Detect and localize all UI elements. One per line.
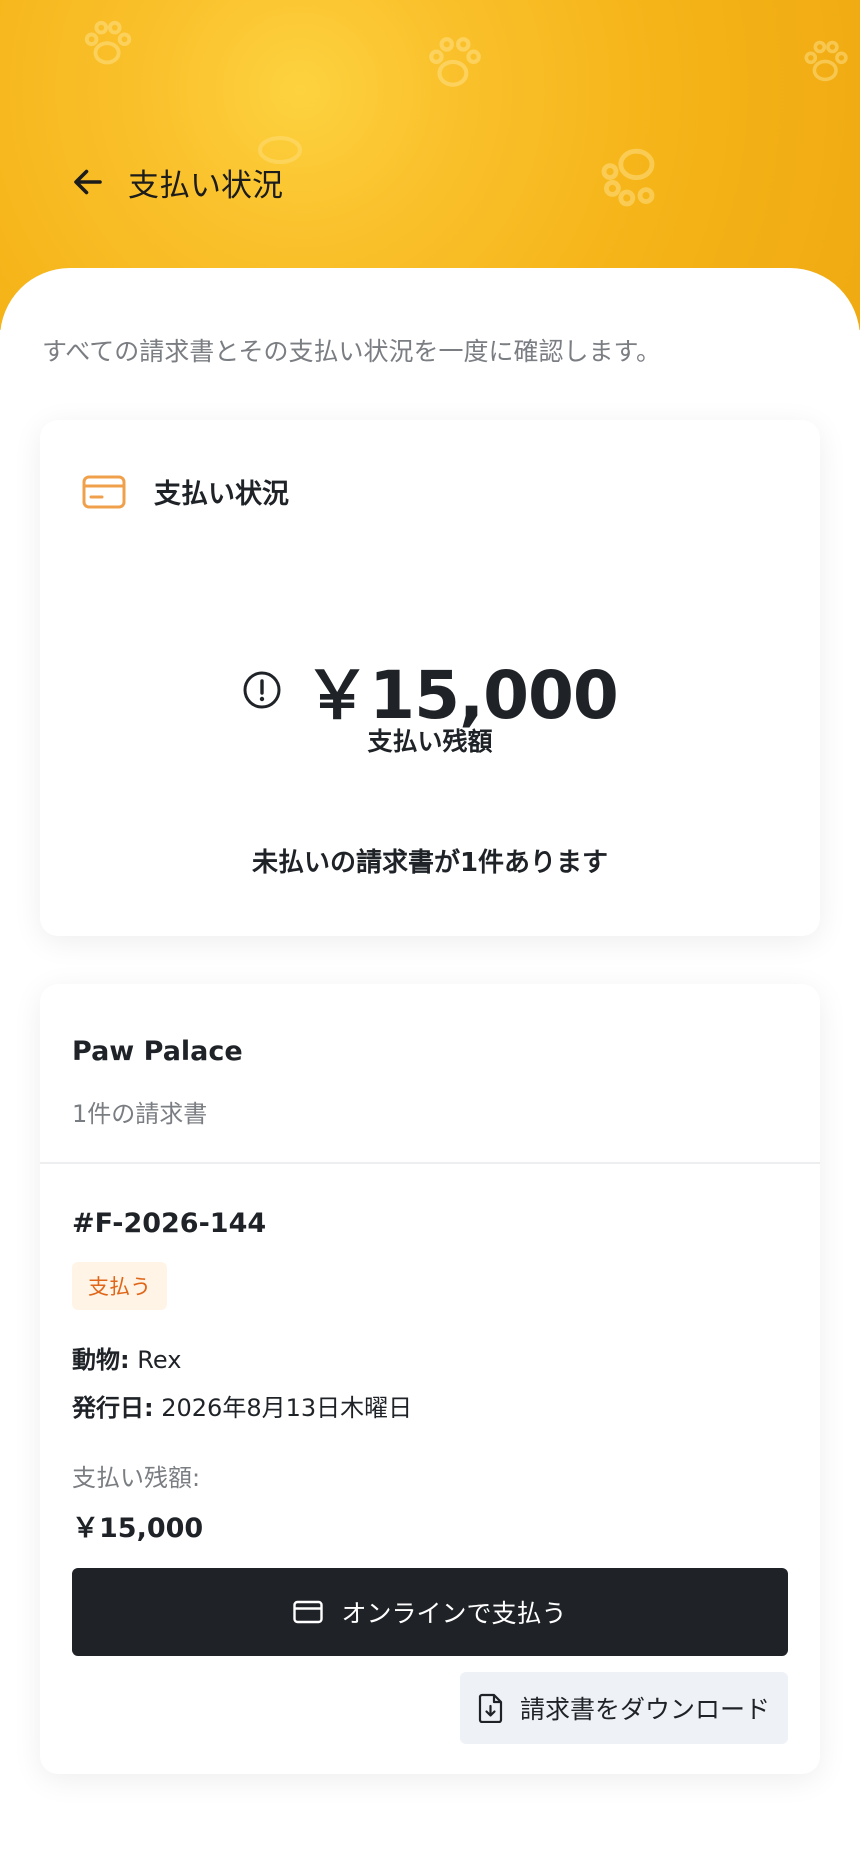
payment-summary-card: 支払い状況 ￥15,000 支払い残額 未払いの請求書が1件あります — [40, 420, 820, 936]
animal-info: 動物: Rex — [72, 1340, 181, 1375]
intro-text: すべての請求書とその支払い状況を一度に確認します。 — [42, 337, 662, 366]
unpaid-message: 未払いの請求書が1件あります — [251, 848, 609, 878]
paw-print-icon — [800, 38, 854, 92]
animal-label: 動物: — [72, 1346, 130, 1374]
download-invoice-label: 請求書をダウンロード — [519, 1695, 770, 1724]
arrow-left-icon — [74, 169, 102, 195]
pay-online-label: オンラインで支払う — [341, 1599, 567, 1628]
download-invoice-button[interactable]: 請求書をダウンロード — [459, 1672, 788, 1744]
content-sheet: すべての請求書とその支払い状況を一度に確認します。 支払い状況 ￥15,000 … — [0, 268, 860, 1864]
animal-value: Rex — [137, 1346, 182, 1374]
credit-card-icon — [293, 1600, 324, 1624]
issued-info: 発行日: 2026年8月13日木曜日 — [72, 1388, 412, 1423]
issued-value: 2026年8月13日木曜日 — [161, 1394, 413, 1422]
pay-online-button[interactable]: オンラインで支払う — [72, 1568, 788, 1656]
balance-label: 支払い残額 — [367, 727, 493, 756]
remaining-label: 支払い残額: — [72, 1464, 201, 1492]
header-bar: 支払い状況 — [68, 160, 283, 204]
status-badge: 支払う — [72, 1262, 167, 1310]
issued-label: 発行日: — [72, 1394, 154, 1422]
page-title: 支払い状況 — [128, 167, 283, 204]
clinic-name: Paw Palace — [72, 1036, 243, 1067]
remaining-value: ￥15,000 — [72, 1513, 204, 1544]
paw-print-icon — [80, 18, 138, 76]
invoice-number: #F-2026-144 — [72, 1208, 267, 1239]
paw-print-icon — [424, 34, 486, 96]
summary-header: 支払い状況 — [82, 472, 289, 511]
clinic-invoice-card: Paw Palace 1件の請求書 #F-2026-144 支払う 動物: Re… — [40, 984, 820, 1774]
invoice-count: 1件の請求書 — [72, 1100, 208, 1128]
divider — [40, 1162, 820, 1164]
credit-card-icon — [82, 475, 126, 508]
back-button[interactable] — [68, 162, 108, 202]
file-download-icon — [478, 1693, 503, 1723]
alert-circle-icon — [243, 671, 281, 709]
paw-print-icon — [598, 138, 670, 210]
summary-title: 支払い状況 — [154, 479, 289, 510]
